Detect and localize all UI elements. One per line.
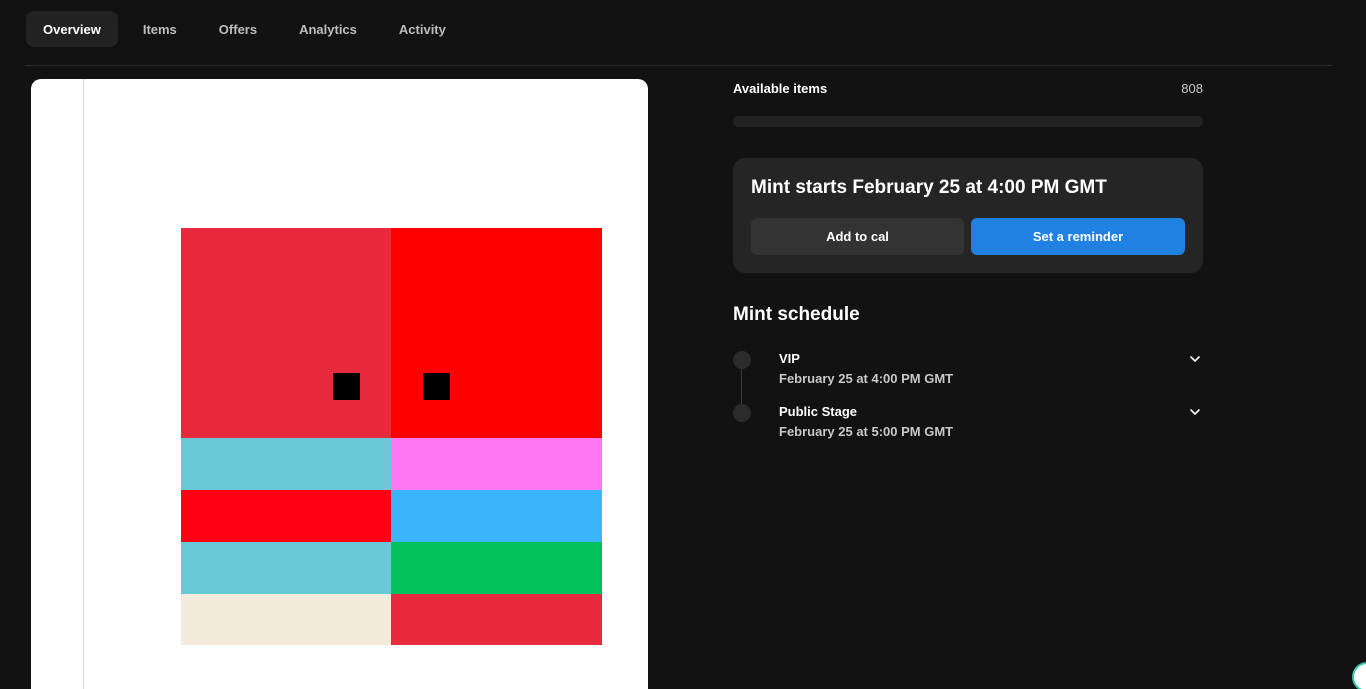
tab-offers[interactable]: Offers xyxy=(202,11,274,47)
app-badge-icon[interactable] xyxy=(1352,662,1366,689)
artwork-card[interactable] xyxy=(31,79,648,689)
nft-artwork xyxy=(181,228,602,645)
art-block-row2-right xyxy=(391,490,602,542)
stage-time: February 25 at 4:00 PM GMT xyxy=(779,371,954,386)
mint-schedule-title: Mint schedule xyxy=(733,304,860,325)
tab-analytics[interactable]: Analytics xyxy=(282,11,374,47)
tab-overview[interactable]: Overview xyxy=(26,11,118,47)
art-block-top-left xyxy=(181,228,391,438)
chevron-down-icon[interactable] xyxy=(1189,353,1201,365)
stage-dot xyxy=(733,404,751,422)
stage-name: Public Stage xyxy=(779,404,858,419)
header-divider xyxy=(25,65,1332,66)
art-block-row2-left xyxy=(181,490,391,542)
mint-progress-bar xyxy=(733,116,1203,127)
tab-items[interactable]: Items xyxy=(126,11,194,47)
mint-card: Mint starts February 25 at 4:00 PM GMT A… xyxy=(733,158,1203,273)
add-to-calendar-button[interactable]: Add to cal xyxy=(751,218,964,255)
stage-time: February 25 at 5:00 PM GMT xyxy=(779,424,954,439)
art-eye-right xyxy=(423,373,450,400)
art-block-row1-right xyxy=(391,438,602,490)
mint-start-title: Mint starts February 25 at 4:00 PM GMT xyxy=(751,177,1107,198)
art-block-row3-left xyxy=(181,542,391,594)
set-reminder-button[interactable]: Set a reminder xyxy=(971,218,1185,255)
art-block-top-right xyxy=(391,228,602,438)
art-block-row4-right xyxy=(391,594,602,645)
stage-vip[interactable]: VIP February 25 at 4:00 PM GMT xyxy=(733,351,1203,395)
art-block-row3-right xyxy=(391,542,602,594)
stage-name: VIP xyxy=(779,351,800,366)
stage-dot xyxy=(733,351,751,369)
available-items-label: Available items xyxy=(733,81,828,96)
chevron-down-icon[interactable] xyxy=(1189,406,1201,418)
art-block-row1-left xyxy=(181,438,391,490)
art-eye-left xyxy=(333,373,360,400)
tab-activity[interactable]: Activity xyxy=(382,11,463,47)
artwork-guide-line xyxy=(83,79,84,689)
tab-bar: Overview Items Offers Analytics Activity xyxy=(26,11,471,47)
stage-public[interactable]: Public Stage February 25 at 5:00 PM GMT xyxy=(733,404,1203,448)
art-block-row4-left xyxy=(181,594,391,645)
available-items-count: 808 xyxy=(1181,81,1203,96)
